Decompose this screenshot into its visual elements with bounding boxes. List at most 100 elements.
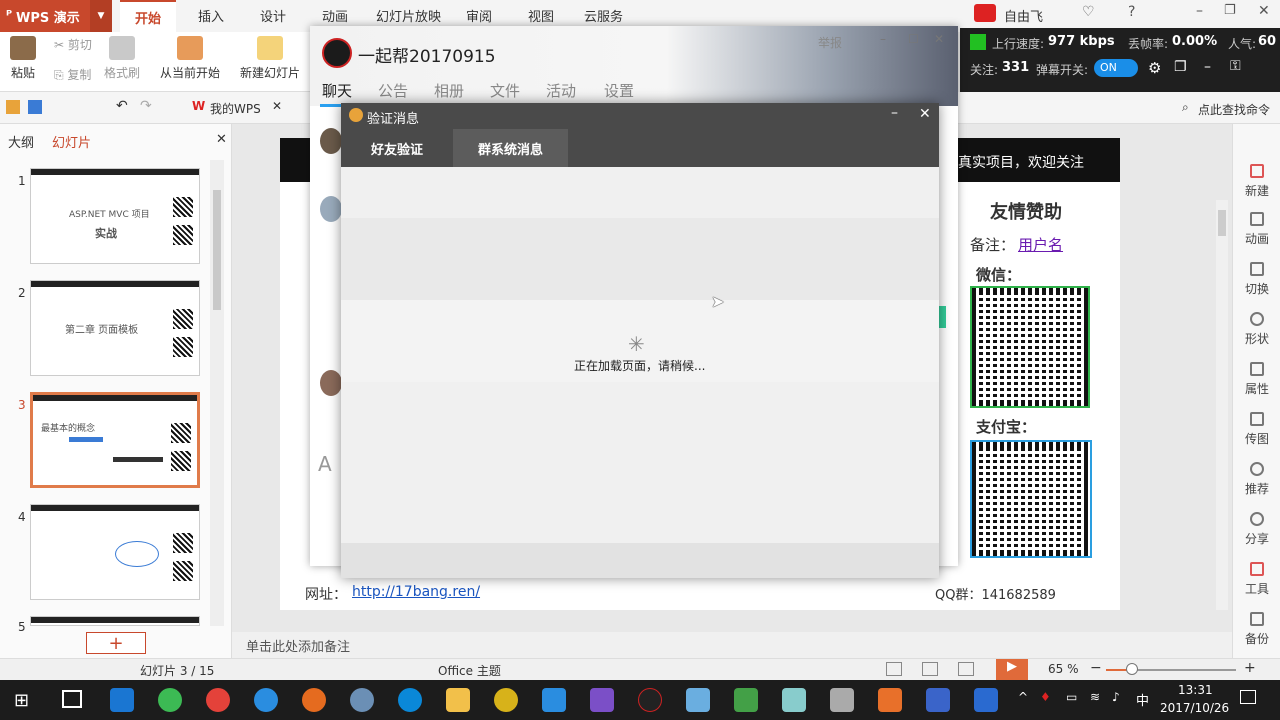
task-view-icon[interactable]	[62, 690, 82, 708]
tab-review[interactable]: 审阅	[466, 6, 492, 25]
skin-icon[interactable]: ♡	[1082, 4, 1095, 20]
app-menu-button[interactable]: ᴾ WPS 演示 ▼	[0, 0, 112, 32]
volume-icon[interactable]: ♪	[1112, 690, 1120, 704]
my-wps-tab[interactable]: 我的WPS	[210, 100, 261, 117]
help-icon[interactable]: ?	[1128, 4, 1135, 20]
slide-thumbnail-5[interactable]	[30, 616, 200, 626]
close-tab-icon[interactable]: ✕	[272, 99, 282, 113]
wifi-icon[interactable]: ≋	[1090, 690, 1100, 704]
report-link[interactable]: 举报	[818, 34, 842, 51]
restore-icon[interactable]: ❐	[1224, 3, 1236, 18]
tab-animation[interactable]: 动画	[322, 6, 348, 25]
close-icon[interactable]: ✕	[1258, 3, 1270, 19]
cut-button[interactable]: ✂ 剪切	[54, 36, 92, 53]
wechat-icon[interactable]	[158, 688, 182, 712]
paint-icon[interactable]	[830, 688, 854, 712]
play-icon[interactable]: ▶	[996, 659, 1028, 680]
qq-browser-icon[interactable]	[398, 688, 422, 712]
notepad-icon[interactable]	[734, 688, 758, 712]
notification-icon[interactable]	[1240, 690, 1256, 704]
notes-area[interactable]: 单击此处添加备注	[232, 632, 1232, 658]
save-icon[interactable]	[28, 100, 42, 114]
slide-thumbnail-4[interactable]	[30, 504, 200, 600]
format-painter-button[interactable]: 格式刷	[104, 36, 140, 81]
tab-files[interactable]: 文件	[490, 80, 520, 101]
browser-icon[interactable]	[350, 688, 374, 712]
minimize-icon[interactable]: –	[1196, 3, 1203, 19]
tab-activity[interactable]: 活动	[546, 80, 576, 101]
tab-chat[interactable]: 聊天	[322, 80, 352, 101]
zoom-out-icon[interactable]: −	[1090, 660, 1102, 676]
editor-scrollbar[interactable]	[1216, 200, 1228, 610]
user-avatar[interactable]	[974, 4, 996, 22]
tab-friend-verification[interactable]: 好友验证	[341, 129, 453, 167]
sidebar-item-tools[interactable]: 工具	[1233, 562, 1280, 597]
minimize-icon[interactable]: –	[880, 32, 886, 46]
sidebar-item-backup[interactable]: 备份	[1233, 612, 1280, 647]
redo-icon[interactable]: ↷	[140, 98, 152, 114]
editor-scrollbar-thumb[interactable]	[1218, 210, 1226, 236]
sidebar-item-recommend[interactable]: 推荐	[1233, 462, 1280, 497]
tab-group-system-message[interactable]: 群系统消息	[453, 129, 568, 167]
lock-icon[interactable]: ⚿	[1230, 58, 1241, 74]
new-slide-button[interactable]: 新建幻灯片	[240, 36, 300, 81]
wps-presentation-icon[interactable]	[878, 688, 902, 712]
zoom-slider-thumb[interactable]	[1126, 663, 1139, 675]
sidebar-item-new[interactable]: 新建	[1233, 164, 1280, 199]
add-slide-button[interactable]: +	[86, 632, 146, 654]
sidebar-item-upload-image[interactable]: 传图	[1233, 412, 1280, 447]
user-name[interactable]: 自由飞	[1004, 6, 1043, 25]
slide-thumbnail-1[interactable]: ASP.NET MVC 项目 实战	[30, 168, 200, 264]
scrollbar[interactable]	[210, 160, 224, 626]
member-avatar[interactable]	[320, 196, 342, 222]
sidebar-item-transition[interactable]: 切换	[1233, 262, 1280, 297]
clock-time[interactable]: 13:31	[1178, 683, 1213, 697]
chevron-down-icon[interactable]: ▼	[90, 0, 112, 32]
zoom-slider[interactable]	[1106, 663, 1236, 675]
from-current-button[interactable]: 从当前开始	[160, 36, 220, 81]
tab-insert[interactable]: 插入	[198, 6, 224, 25]
scrollbar-thumb[interactable]	[213, 190, 221, 310]
sorter-view-icon[interactable]	[922, 662, 938, 676]
skype-icon[interactable]	[254, 688, 278, 712]
group-avatar[interactable]	[322, 38, 352, 68]
folder-icon[interactable]	[446, 688, 470, 712]
reading-view-icon[interactable]	[958, 662, 974, 676]
firefox-icon[interactable]	[302, 688, 326, 712]
windows-start-icon[interactable]: ⊞	[14, 690, 29, 711]
copy-button[interactable]: ⎘ 复制	[54, 66, 91, 83]
edge-icon[interactable]	[110, 688, 134, 712]
tab-slides[interactable]: 幻灯片	[52, 132, 91, 151]
chevron-up-icon[interactable]: ^	[1018, 690, 1028, 704]
close-icon[interactable]: ✕	[934, 32, 944, 46]
zoom-in-icon[interactable]: +	[1244, 660, 1256, 676]
minimize-icon[interactable]: –	[1204, 59, 1211, 75]
slide-thumbnail-2[interactable]: 第二章 页面模板	[30, 280, 200, 376]
app-icon-4[interactable]	[926, 688, 950, 712]
tray-app-icon[interactable]: ♦	[1040, 690, 1051, 704]
network-app-icon[interactable]	[542, 688, 566, 712]
member-avatar[interactable]	[320, 128, 342, 154]
paste-button[interactable]: 粘贴	[10, 36, 36, 81]
tab-view[interactable]: 视图	[528, 6, 554, 25]
wps-writer-icon[interactable]	[974, 688, 998, 712]
sidebar-item-properties[interactable]: 属性	[1233, 362, 1280, 397]
sidebar-item-animation[interactable]: 动画	[1233, 212, 1280, 247]
sidebar-item-shape[interactable]: 形状	[1233, 312, 1280, 347]
tab-design[interactable]: 设计	[260, 6, 286, 25]
open-icon[interactable]	[6, 100, 20, 114]
font-icon[interactable]: A	[318, 452, 332, 476]
tab-album[interactable]: 相册	[434, 80, 464, 101]
tab-outline[interactable]: 大纲	[8, 132, 34, 151]
battery-icon[interactable]: ▭	[1066, 690, 1077, 704]
tab-cloud[interactable]: 云服务	[584, 6, 623, 25]
window-mode-icon[interactable]: ❐	[1174, 59, 1187, 75]
visual-studio-icon[interactable]	[590, 688, 614, 712]
maximize-icon[interactable]: ☐	[908, 32, 919, 46]
tab-announcement[interactable]: 公告	[378, 80, 408, 101]
normal-view-icon[interactable]	[886, 662, 902, 676]
member-avatar[interactable]	[320, 370, 342, 396]
url-link[interactable]: http://17bang.ren/	[352, 584, 480, 600]
tab-home[interactable]: 开始	[120, 0, 176, 32]
clock-date[interactable]: 2017/10/26	[1160, 701, 1229, 715]
